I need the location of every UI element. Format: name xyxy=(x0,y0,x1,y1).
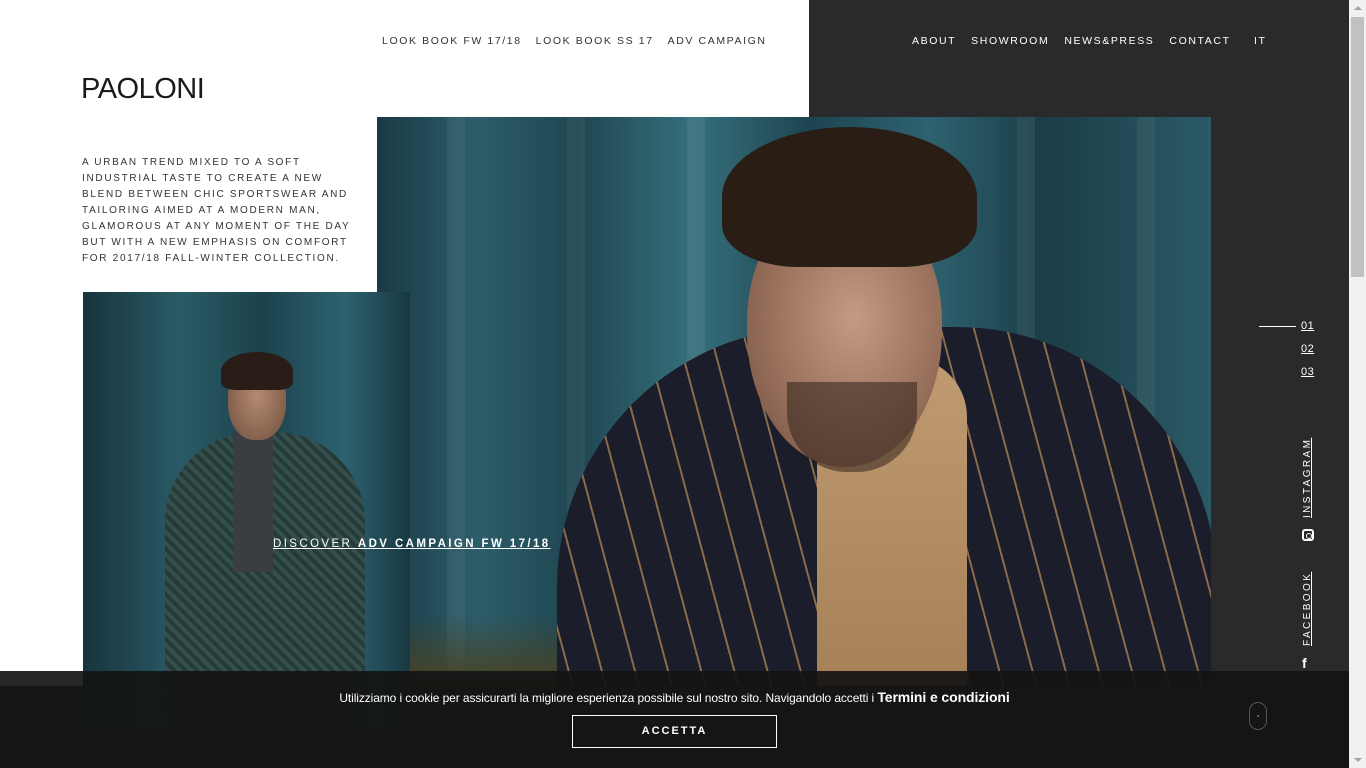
scroll-down-arrow[interactable] xyxy=(1349,751,1366,768)
nav-adv-campaign[interactable]: ADV CAMPAIGN xyxy=(668,35,767,47)
hero-image xyxy=(377,117,1211,686)
main-nav: ABOUT SHOWROOM NEWS&PRESS CONTACT xyxy=(912,35,1231,47)
scrollbar-thumb[interactable] xyxy=(1351,17,1364,277)
slide-01[interactable]: 01 xyxy=(1301,320,1314,332)
nav-contact[interactable]: CONTACT xyxy=(1169,35,1230,47)
slide-03[interactable]: 03 xyxy=(1301,366,1314,378)
cookie-message: Utilizziamo i cookie per assicurarti la … xyxy=(0,689,1349,705)
lookbook-nav: LOOK BOOK FW 17/18 LOOK BOOK SS 17 ADV C… xyxy=(382,35,767,47)
language-switch[interactable]: IT xyxy=(1254,35,1267,47)
discover-campaign-title: ADV CAMPAIGN FW 17/18 xyxy=(357,538,551,550)
instagram-link[interactable]: INSTAGRAM xyxy=(1302,438,1313,518)
slide-02[interactable]: 02 xyxy=(1301,343,1314,355)
terms-link[interactable]: Termini e condizioni xyxy=(877,689,1009,705)
discover-prefix: DISCOVER xyxy=(273,538,353,550)
instagram-icon[interactable] xyxy=(1302,529,1314,541)
nav-lookbook-ss[interactable]: LOOK BOOK SS 17 xyxy=(536,35,654,47)
facebook-link[interactable]: FACEBOOK xyxy=(1302,572,1313,646)
nav-showroom[interactable]: SHOWROOM xyxy=(971,35,1049,47)
inset-image xyxy=(83,292,410,729)
scroll-down-icon[interactable] xyxy=(1249,702,1267,730)
cookie-message-text: Utilizziamo i cookie per assicurarti la … xyxy=(339,691,875,705)
nav-about[interactable]: ABOUT xyxy=(912,35,956,47)
intro-text: A URBAN TREND MIXED TO A SOFT INDUSTRIAL… xyxy=(82,157,351,264)
facebook-icon[interactable]: f xyxy=(1302,656,1307,670)
nav-lookbook-fw[interactable]: LOOK BOOK FW 17/18 xyxy=(382,35,522,47)
discover-campaign-link[interactable]: DISCOVER ADV CAMPAIGN FW 17/18 xyxy=(273,538,551,550)
scroll-up-arrow[interactable] xyxy=(1349,0,1366,17)
accept-cookie-button[interactable]: ACCETTA xyxy=(572,715,777,748)
brand-logo[interactable]: PAOLONI xyxy=(81,73,205,106)
active-slide-line xyxy=(1259,326,1296,327)
nav-news-press[interactable]: NEWS&PRESS xyxy=(1064,35,1154,47)
